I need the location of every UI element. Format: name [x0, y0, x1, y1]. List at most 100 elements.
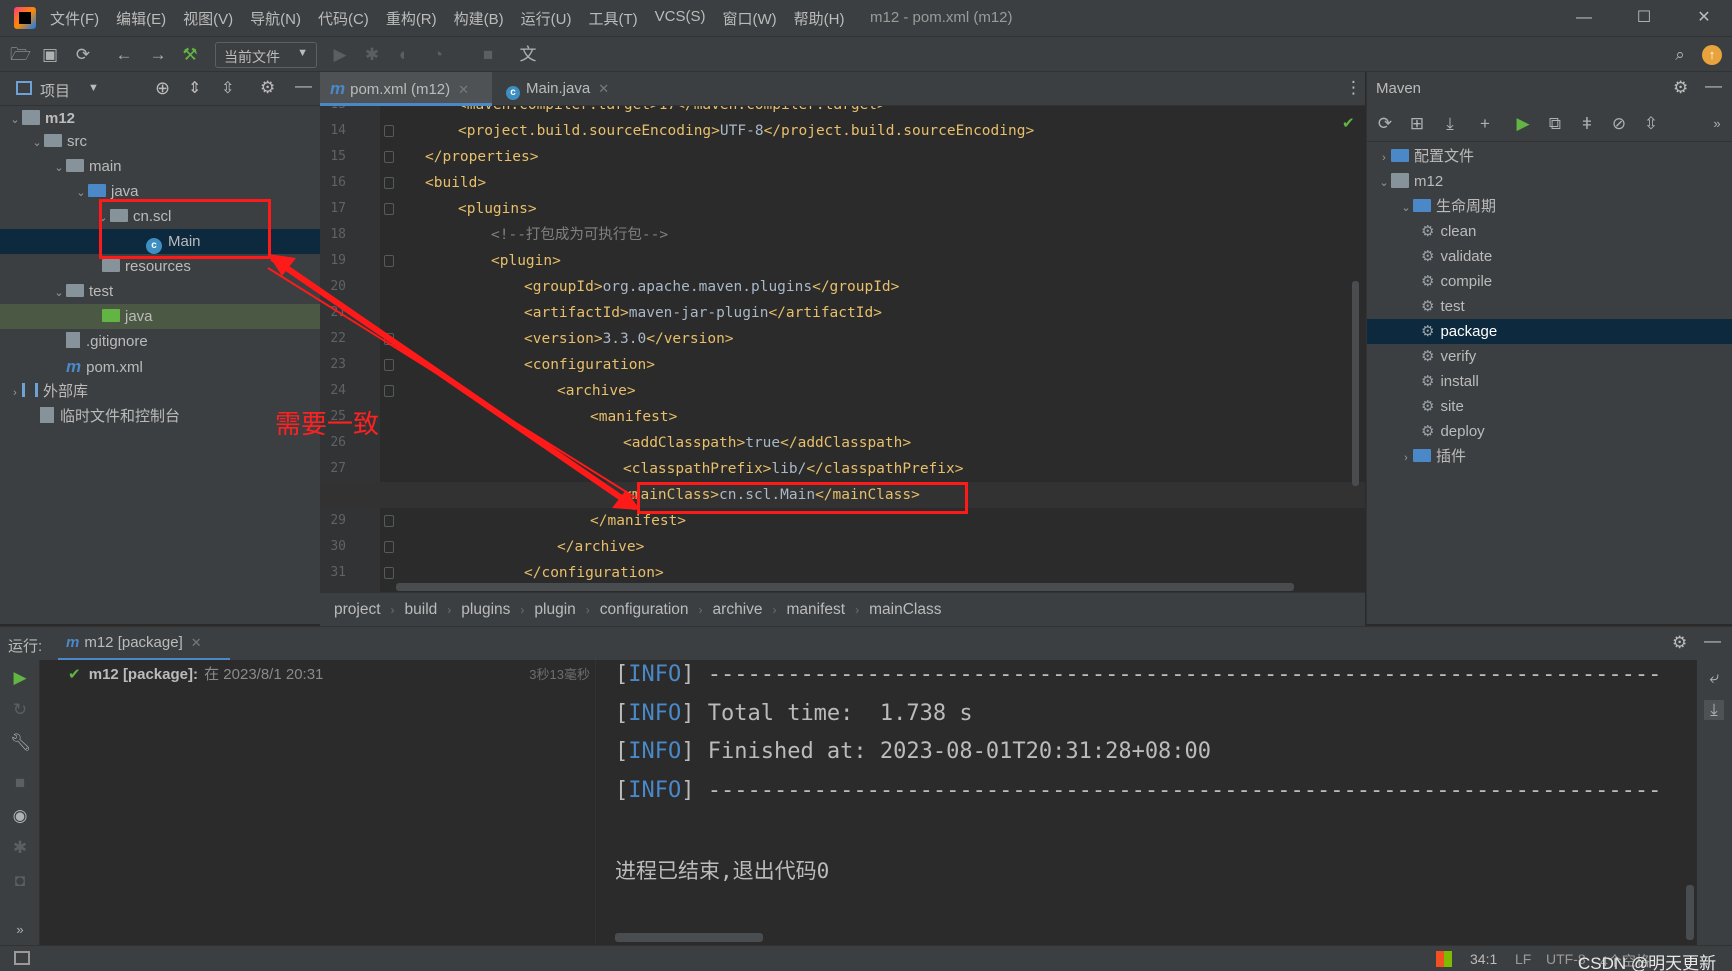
debug-icon[interactable]: ✱: [362, 45, 382, 65]
close-window-icon[interactable]: ✕: [1689, 6, 1719, 30]
menu-item[interactable]: 运行(U): [521, 8, 572, 29]
scroll-to-end-icon[interactable]: ⤓: [1704, 700, 1724, 720]
eye-icon[interactable]: ◉: [10, 806, 30, 826]
menu-item[interactable]: 导航(N): [250, 8, 301, 29]
chevron-down-icon[interactable]: ⌄: [52, 156, 66, 181]
chevron-down-icon[interactable]: ⌄: [30, 131, 44, 156]
maven-item-verify[interactable]: ⚙ verify: [1367, 344, 1732, 369]
toggle-offline-icon[interactable]: ǂ: [1577, 114, 1597, 134]
project-panel-title[interactable]: 项目: [40, 80, 70, 101]
tree-item-java[interactable]: java: [0, 304, 320, 329]
line-separator[interactable]: LF: [1515, 951, 1531, 967]
build-hammer-icon[interactable]: ⚒: [180, 45, 200, 65]
chevron-right-icon[interactable]: ›: [1399, 446, 1413, 471]
menu-item[interactable]: 视图(V): [183, 8, 233, 29]
tree-item--[interactable]: › 外部库: [0, 379, 320, 404]
breadcrumb-item[interactable]: build: [405, 601, 438, 618]
breadcrumb-item[interactable]: configuration: [600, 601, 689, 618]
menu-item[interactable]: 窗口(W): [722, 8, 776, 29]
gear-icon[interactable]: ⚙: [260, 78, 275, 98]
tree-item-src[interactable]: ⌄ src: [0, 129, 320, 154]
plus-icon[interactable]: +: [1475, 114, 1495, 134]
console-scrollbar[interactable]: [615, 933, 763, 942]
run-icon[interactable]: ▶: [1513, 114, 1533, 134]
maven-item-package[interactable]: ⚙ package: [1367, 319, 1732, 344]
menu-item[interactable]: 代码(C): [318, 8, 369, 29]
code-line[interactable]: <addClasspath>true</addClasspath>: [320, 430, 1365, 456]
save-icon[interactable]: ▣: [40, 45, 60, 65]
breadcrumb-item[interactable]: project: [334, 601, 381, 618]
chevron-right-icon[interactable]: ›: [8, 381, 22, 406]
back-icon[interactable]: ←: [114, 45, 134, 65]
search-icon[interactable]: ⌕: [1670, 45, 1690, 65]
toggle-tool-windows-icon[interactable]: [14, 951, 30, 965]
rerun-icon[interactable]: ▶: [10, 668, 30, 688]
maven-item-validate[interactable]: ⚙ validate: [1367, 244, 1732, 269]
code-line[interactable]: <classpathPrefix>lib/</classpathPrefix>: [320, 456, 1365, 482]
add-project-icon[interactable]: ⊞: [1407, 114, 1427, 134]
close-icon[interactable]: ✕: [598, 81, 609, 96]
code-line[interactable]: <project.build.sourceEncoding>UTF-8</pro…: [320, 118, 1365, 144]
menu-item[interactable]: 文件(F): [50, 8, 99, 29]
close-icon[interactable]: ✕: [458, 82, 469, 97]
wrench-icon[interactable]: 🔧︎: [10, 733, 32, 753]
run-icon[interactable]: ▶: [330, 45, 350, 65]
code-line[interactable]: </properties>: [320, 144, 1365, 170]
forward-icon[interactable]: →: [148, 45, 168, 65]
gear-icon[interactable]: ⚙: [1672, 633, 1687, 653]
update-icon[interactable]: ↑: [1702, 45, 1722, 65]
maven-item-install[interactable]: ⚙ install: [1367, 369, 1732, 394]
hide-panel-icon[interactable]: —: [295, 76, 312, 96]
code-line[interactable]: </archive>: [320, 534, 1365, 560]
chevron-down-icon[interactable]: ▼: [88, 82, 99, 94]
maven-item-node[interactable]: ⌄ m12: [1367, 169, 1732, 194]
code-line[interactable]: <manifest>: [320, 404, 1365, 430]
code-line[interactable]: <version>3.3.0</version>: [320, 326, 1365, 352]
menu-item[interactable]: 编辑(E): [116, 8, 166, 29]
sync-icon[interactable]: ⟳: [73, 45, 93, 65]
tree-item-main[interactable]: ⌄ main: [0, 154, 320, 179]
profile-icon[interactable]: ◔: [428, 45, 448, 65]
maven-item-node[interactable]: ⌄ 生命周期: [1367, 194, 1732, 219]
breadcrumb-item[interactable]: plugins: [461, 601, 510, 618]
more-tabs-icon[interactable]: ⋮: [1345, 78, 1362, 98]
code-editor[interactable]: 13141516171819202122232425262728293031 <…: [320, 106, 1365, 592]
vertical-scrollbar[interactable]: [1352, 281, 1359, 486]
menu-item[interactable]: 重构(R): [386, 8, 437, 29]
intellij-logo-icon[interactable]: [14, 7, 36, 29]
stop-icon[interactable]: ■: [10, 773, 30, 793]
execute-goal-icon[interactable]: ⧉: [1545, 114, 1565, 134]
breadcrumb-item[interactable]: mainClass: [869, 601, 941, 618]
hide-panel-icon[interactable]: —: [1705, 76, 1722, 96]
chevron-down-icon[interactable]: ⌄: [74, 181, 88, 206]
expand-all-icon[interactable]: ⇕: [188, 78, 201, 98]
menu-item[interactable]: 帮助(H): [794, 8, 845, 29]
caret-position[interactable]: 34:1: [1470, 951, 1497, 967]
run-config-select[interactable]: 当前文件 ▼: [215, 42, 317, 68]
menu-item[interactable]: 工具(T): [588, 8, 637, 29]
maven-item-node[interactable]: › 插件: [1367, 444, 1732, 469]
stop-icon[interactable]: ■: [478, 45, 498, 65]
download-icon[interactable]: ⤓: [1440, 114, 1460, 134]
console-vscrollbar[interactable]: [1686, 885, 1694, 940]
code-line[interactable]: <configuration>: [320, 352, 1365, 378]
tree-item--gitignore[interactable]: .gitignore: [0, 329, 320, 354]
chevron-down-icon[interactable]: ⌄: [1399, 196, 1413, 221]
breadcrumb-item[interactable]: plugin: [534, 601, 575, 618]
chevron-down-icon[interactable]: ⌄: [52, 281, 66, 306]
maven-item-deploy[interactable]: ⚙ deploy: [1367, 419, 1732, 444]
code-line[interactable]: <build>: [320, 170, 1365, 196]
tree-item-m12[interactable]: ⌄ m12: [0, 106, 320, 131]
chevron-right-icon[interactable]: ›: [1377, 146, 1391, 171]
tree-item-test[interactable]: ⌄ test: [0, 279, 320, 304]
tab-main-java[interactable]: c Main.java ✕: [496, 72, 626, 106]
coverage-icon[interactable]: ◐: [394, 45, 414, 65]
gear-icon[interactable]: ⚙: [1673, 78, 1688, 98]
soft-wrap-icon[interactable]: ⤶: [1704, 668, 1724, 688]
maven-item-node[interactable]: › 配置文件: [1367, 144, 1732, 169]
skip-tests-icon[interactable]: ⊘: [1609, 114, 1629, 134]
maven-item-site[interactable]: ⚙ site: [1367, 394, 1732, 419]
open-folder-icon[interactable]: 🗁: [10, 45, 31, 65]
chevron-down-icon[interactable]: ⌄: [1377, 171, 1391, 196]
maven-item-test[interactable]: ⚙ test: [1367, 294, 1732, 319]
